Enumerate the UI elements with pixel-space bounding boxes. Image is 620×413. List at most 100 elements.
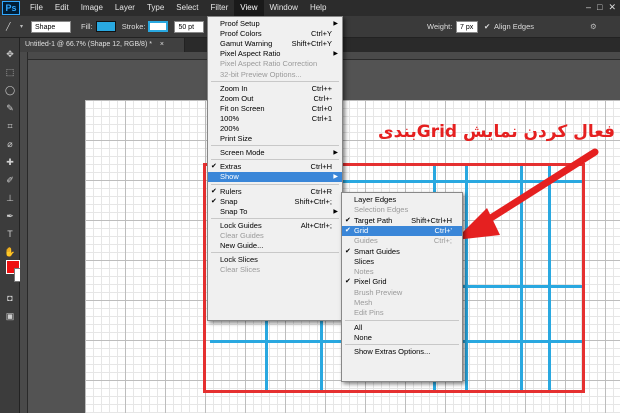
menu-item-shortcut: Alt+Ctrl+; [300,220,332,230]
tab-close-icon[interactable]: × [160,41,164,48]
type-tool-icon[interactable]: T [2,226,18,242]
maximize-icon[interactable]: □ [597,2,602,13]
menu-item-shortcut: Ctrl+Y [310,29,332,39]
menu-item-label: Guides [354,236,378,246]
quick-mask-icon[interactable]: ◘ [2,290,18,306]
menu-item-label: Brush Preview [354,287,403,297]
lasso-tool-icon[interactable]: ◯ [2,82,18,98]
menu-type[interactable]: Type [141,0,170,16]
annotation-text: فعال کردن نمایش Gridبندی [378,122,615,142]
menu-item-label: Zoom Out [220,93,254,103]
view-menu-item-200[interactable]: 200% [208,124,342,134]
menu-item-label: 100% [220,113,240,123]
tool-preset-chevron-icon[interactable]: ▾ [20,23,23,30]
show-menu-item-layer-edges[interactable]: Layer Edges [342,195,462,205]
stamp-tool-icon[interactable]: ⊥ [2,190,18,206]
view-menu-item-32-bit-preview-options[interactable]: 32-bit Preview Options... [208,70,342,80]
stroke-width-input[interactable]: 50 pt [174,20,205,33]
menu-image[interactable]: Image [75,0,109,16]
view-menu-item-rulers[interactable]: ✔ Rulers Ctrl+R [208,187,342,197]
menu-layer[interactable]: Layer [109,0,141,16]
photoshop-logo: Ps [2,1,20,15]
view-menu-item-gamut-warning[interactable]: Gamut Warning Shift+Ctrl+Y [208,39,342,49]
hand-tool-icon[interactable]: ✋ [2,244,18,260]
menu-item-shortcut: Ctrl+0 [311,103,332,113]
show-menu-item-show-extras-options[interactable]: Show Extras Options... [342,347,462,357]
show-menu-item-brush-preview[interactable]: Brush Preview [342,288,462,298]
menu-separator [211,252,339,254]
show-menu-item-pixel-grid[interactable]: ✔ Pixel Grid [342,277,462,287]
show-menu-item-edit-pins[interactable]: Edit Pins [342,308,462,318]
fill-swatch[interactable] [95,21,116,32]
document-tab[interactable]: Untitled-1 @ 66.7% (Shape 12, RGB/8) * × [20,38,185,52]
submenu-arrow-icon: ▶ [333,21,338,27]
show-menu-item-notes[interactable]: Notes [342,267,462,277]
view-menu-item-lock-slices[interactable]: Lock Slices [208,255,342,265]
pen-tool-icon[interactable]: ✒ [2,208,18,224]
menu-window[interactable]: Window [264,0,304,16]
menu-view[interactable]: View [234,0,264,16]
view-menu-item-extras[interactable]: ✔ Extras Ctrl+H [208,162,342,172]
show-menu-item-mesh[interactable]: Mesh [342,298,462,308]
eyedropper-tool-icon[interactable]: ⌀ [2,136,18,152]
menu-item-label: 200% [220,124,240,133]
menu-item-label: Proof Colors [220,29,262,39]
view-menu-item-100[interactable]: 100% Ctrl+1 [208,114,342,124]
menu-select[interactable]: Select [170,0,204,16]
menu-item-label: Extras [220,162,242,172]
crop-tool-icon[interactable]: ⌗ [2,118,18,134]
view-menu-item-proof-setup[interactable]: Proof Setup ▶ [208,19,342,29]
show-menu-item-none[interactable]: None [342,333,462,343]
menu-help[interactable]: Help [304,0,332,16]
show-menu-item-all[interactable]: All [342,323,462,333]
view-menu-item-zoom-out[interactable]: Zoom Out Ctrl+- [208,94,342,104]
menu-item-label: Lock Guides [220,220,262,230]
minimize-icon[interactable]: – [586,2,591,13]
view-menu-item-new-guide[interactable]: New Guide... [208,241,342,251]
healing-tool-icon[interactable]: ✚ [2,154,18,170]
screen-mode-icon[interactable]: ▣ [2,308,18,324]
view-menu-item-pixel-aspect-ratio[interactable]: Pixel Aspect Ratio ▶ [208,49,342,59]
settings-gear-icon[interactable]: ⚙ [590,22,597,31]
menu-item-label: Show Extras Options... [354,347,431,357]
view-menu-item-fit-on-screen[interactable]: Fit on Screen Ctrl+0 [208,104,342,114]
view-menu-item-clear-slices[interactable]: Clear Slices [208,265,342,275]
view-menu-item-lock-guides[interactable]: Lock Guides Alt+Ctrl+; [208,221,342,231]
document-tab-title: Untitled-1 @ 66.7% (Shape 12, RGB/8) * [25,41,152,48]
vertical-ruler[interactable] [20,52,28,413]
view-menu-item-proof-colors[interactable]: Proof Colors Ctrl+Y [208,29,342,39]
menu-item-label: Grid [354,225,369,235]
show-menu-item-target-path[interactable]: ✔ Target Path Shift+Ctrl+H [342,216,462,226]
stroke-swatch[interactable] [148,21,169,32]
close-icon[interactable]: ✕ [608,2,616,13]
show-menu-item-guides[interactable]: Guides Ctrl+; [342,236,462,246]
marquee-tool-icon[interactable]: ⬚ [2,64,18,80]
show-menu-item-selection-edges[interactable]: Selection Edges [342,205,462,215]
move-tool-icon[interactable]: ✥ [2,46,18,62]
menu-file[interactable]: File [24,0,49,16]
menu-filter[interactable]: Filter [205,0,235,16]
view-menu-item-zoom-in[interactable]: Zoom In Ctrl++ [208,84,342,94]
menu-item-label: Clear Slices [220,265,261,275]
menu-item-label: Slices [354,256,375,266]
view-menu-item-snap[interactable]: ✔ Snap Shift+Ctrl+; [208,197,342,207]
weight-input[interactable]: 7 px [456,20,478,33]
view-menu-item-pixel-aspect-ratio-correction[interactable]: Pixel Aspect Ratio Correction [208,59,342,69]
show-menu-item-slices[interactable]: Slices [342,257,462,267]
align-edges-checkbox[interactable]: ✔ [484,22,490,31]
menu-item-label: New Guide... [220,241,264,250]
brush-tool-icon[interactable]: ✐ [2,172,18,188]
fill-label: Fill: [81,22,93,31]
checkmark-icon: ✔ [345,247,351,255]
view-menu-item-screen-mode[interactable]: Screen Mode ▶ [208,148,342,158]
view-menu-item-print-size[interactable]: Print Size [208,134,342,144]
view-menu-item-show[interactable]: Show ▶ [208,172,342,183]
show-menu-item-grid[interactable]: ✔ Grid Ctrl+' [342,225,462,236]
menu-edit[interactable]: Edit [49,0,75,16]
view-menu-item-snap-to[interactable]: Snap To ▶ [208,207,342,217]
line-tool-icon[interactable]: ╱ [6,22,20,31]
show-menu-item-smart-guides[interactable]: ✔ Smart Guides [342,247,462,257]
view-menu-item-clear-guides[interactable]: Clear Guides [208,231,342,241]
mode-select[interactable]: Shape [31,20,72,33]
quick-select-tool-icon[interactable]: ✎ [2,100,18,116]
